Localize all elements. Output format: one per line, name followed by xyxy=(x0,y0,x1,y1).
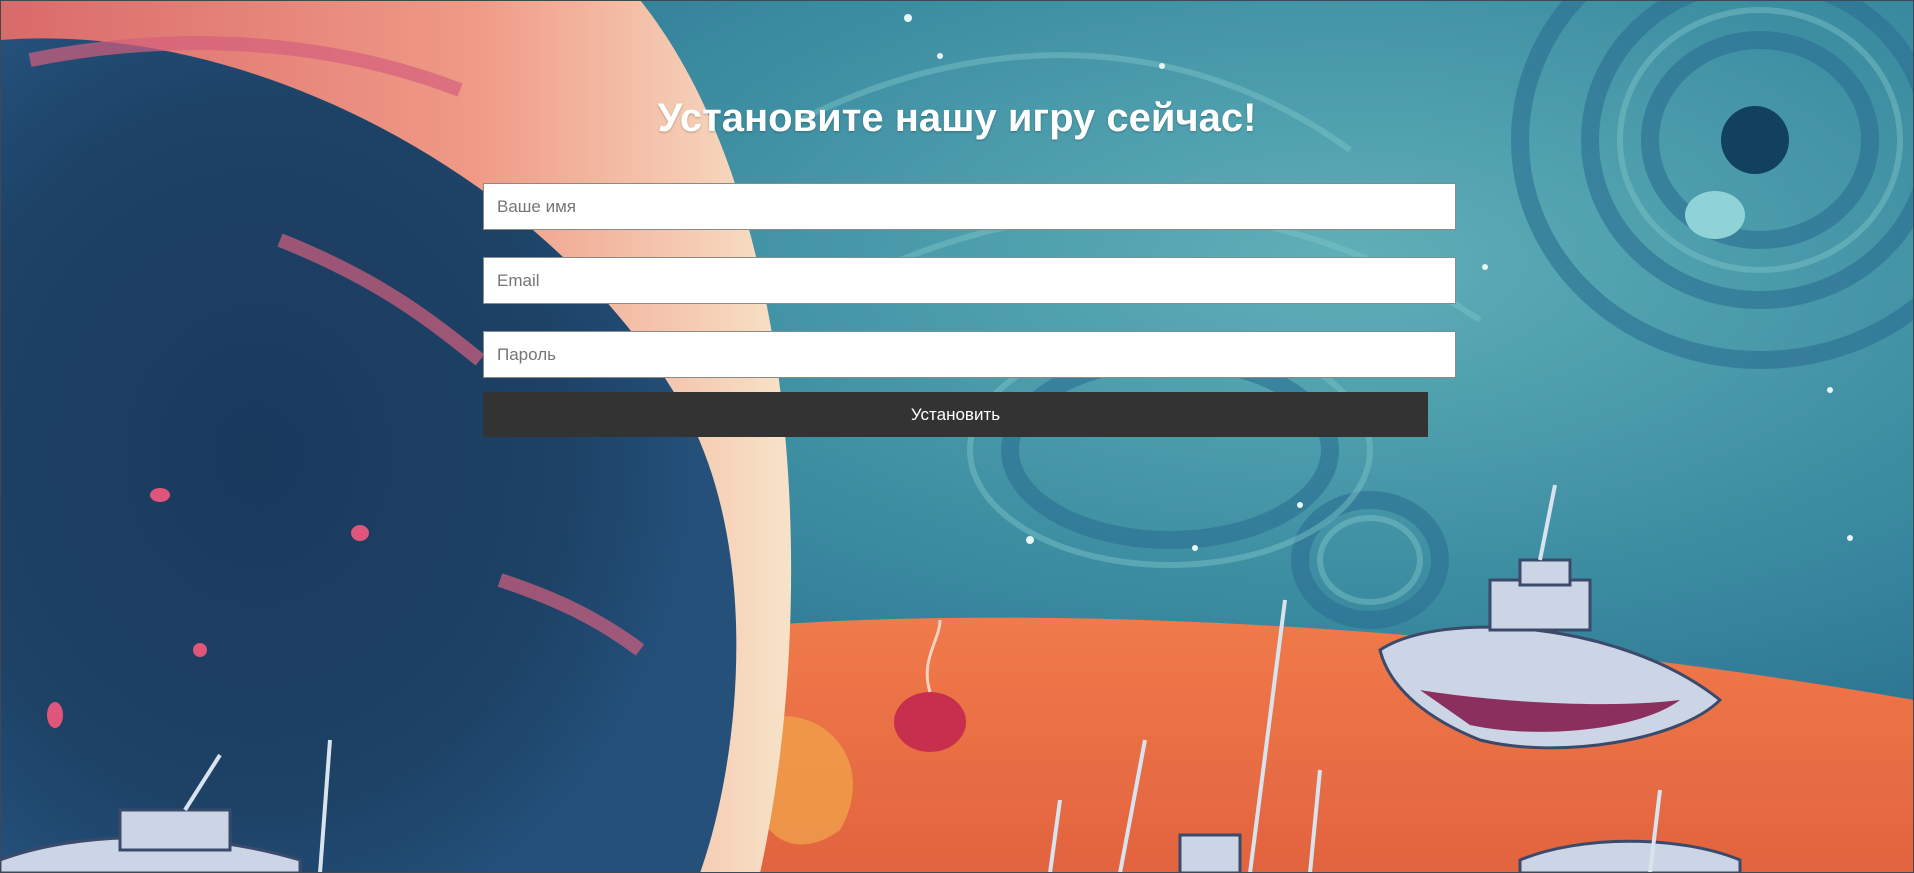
install-page: Установите нашу игру сейчас! Установить xyxy=(0,0,1914,873)
email-input[interactable] xyxy=(483,257,1456,304)
password-input[interactable] xyxy=(483,331,1456,378)
install-button[interactable]: Установить xyxy=(483,392,1428,437)
page-title: Установите нашу игру сейчас! xyxy=(657,96,1257,140)
name-input[interactable] xyxy=(483,183,1456,230)
